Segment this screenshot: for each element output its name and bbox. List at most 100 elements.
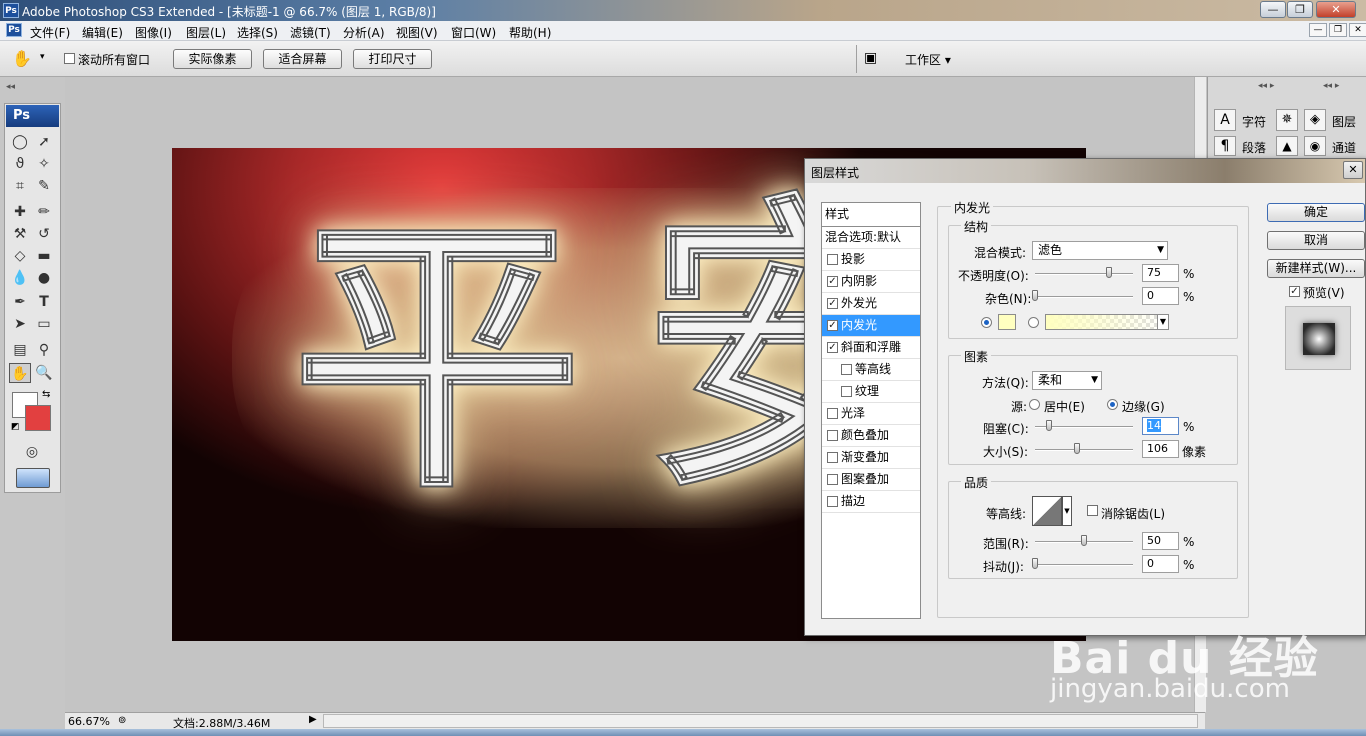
lasso-tool-icon[interactable]: ϑ	[9, 154, 31, 174]
style-item-inner-shadow[interactable]: ✓ 内阴影	[822, 271, 920, 293]
preview-checkbox[interactable]: ✓	[1289, 286, 1300, 297]
method-select[interactable]: 柔和 ▼	[1032, 371, 1102, 390]
history-brush-icon[interactable]: ↺	[33, 224, 55, 244]
antialias-checkbox[interactable]	[1087, 505, 1098, 516]
blur-tool-icon[interactable]: 💧	[9, 268, 31, 288]
doc-restore-button[interactable]: ❐	[1329, 23, 1347, 37]
minimize-button[interactable]: —	[1260, 1, 1286, 18]
background-color-swatch[interactable]	[25, 405, 51, 431]
jitter-input[interactable]: 0	[1142, 555, 1179, 573]
style-item-satin[interactable]: 光泽	[822, 403, 920, 425]
scroll-all-checkbox[interactable]	[64, 53, 75, 64]
close-button[interactable]: ✕	[1316, 1, 1356, 18]
noise-slider-thumb[interactable]	[1032, 290, 1038, 301]
status-menu-icon[interactable]: ⊚	[118, 715, 126, 726]
choke-slider-thumb[interactable]	[1045, 420, 1052, 431]
dodge-tool-icon[interactable]: ●	[33, 268, 55, 288]
source-center-label[interactable]: 居中(E)	[1044, 398, 1085, 415]
menu-image[interactable]: 图像(I)	[135, 24, 172, 41]
magic-wand-icon[interactable]: ✧	[33, 154, 55, 174]
contour-preview[interactable]	[1032, 496, 1062, 526]
menu-window[interactable]: 窗口(W)	[451, 24, 496, 41]
workspace-menu[interactable]: 工作区 ▾	[905, 51, 951, 68]
menu-file[interactable]: 文件(F)	[30, 24, 70, 41]
doc-close-button[interactable]: ✕	[1349, 23, 1366, 37]
actual-pixels-button[interactable]: 实际像素	[173, 49, 252, 69]
paragraph-panel-label[interactable]: 段落	[1242, 139, 1266, 156]
blend-options-item[interactable]: 混合选项:默认	[822, 227, 920, 249]
notes-tool-icon[interactable]: ▤	[9, 340, 31, 360]
default-colors-icon[interactable]: ◩	[11, 422, 20, 432]
layers-panel-label[interactable]: 图层	[1332, 113, 1356, 130]
style-checkbox[interactable]: ✓	[827, 320, 838, 331]
channels-panel-label[interactable]: 通道	[1332, 139, 1356, 156]
doc-minimize-button[interactable]: —	[1309, 23, 1327, 37]
paragraph-panel-icon[interactable]: ¶	[1214, 136, 1236, 156]
dialog-close-icon[interactable]: ✕	[1343, 161, 1363, 179]
type-tool-icon[interactable]: T	[33, 292, 55, 312]
navigator-panel-icon[interactable]: ✵	[1276, 109, 1298, 131]
character-panel-label[interactable]: 字符	[1242, 113, 1266, 130]
brush-tool-icon[interactable]: ✏	[33, 202, 55, 222]
styles-header[interactable]: 样式	[822, 203, 920, 227]
opacity-slider[interactable]	[1035, 273, 1133, 275]
histogram-panel-icon[interactable]: ▲	[1276, 136, 1298, 156]
clone-stamp-icon[interactable]: ⚒	[9, 224, 31, 244]
document-icon[interactable]: Ps	[6, 23, 22, 37]
style-item-texture[interactable]: 纹理	[822, 381, 920, 403]
style-checkbox[interactable]	[827, 452, 838, 463]
menu-help[interactable]: 帮助(H)	[509, 24, 551, 41]
character-panel-icon[interactable]: A	[1214, 109, 1236, 131]
style-item-color-overlay[interactable]: 颜色叠加	[822, 425, 920, 447]
menu-select[interactable]: 选择(S)	[237, 24, 278, 41]
style-item-pattern-overlay[interactable]: 图案叠加	[822, 469, 920, 491]
fit-screen-button[interactable]: 适合屏幕	[263, 49, 342, 69]
noise-slider[interactable]	[1035, 296, 1133, 298]
glow-color-swatch[interactable]	[998, 314, 1016, 330]
horizontal-scrollbar[interactable]	[323, 714, 1198, 728]
quick-mask-icon[interactable]: ◎	[21, 442, 43, 462]
style-item-drop-shadow[interactable]: 投影	[822, 249, 920, 271]
screen-mode-icon[interactable]	[16, 468, 50, 488]
path-selection-icon[interactable]: ➤	[9, 314, 31, 334]
layers-panel-icon[interactable]: ◈	[1304, 109, 1326, 131]
chevron-down-icon[interactable]: ▼	[1062, 496, 1072, 526]
style-checkbox[interactable]	[827, 496, 838, 507]
bridge-icon[interactable]: ▣	[864, 50, 877, 66]
ok-button[interactable]: 确定	[1267, 203, 1365, 222]
menu-layer[interactable]: 图层(L)	[186, 24, 226, 41]
new-style-button[interactable]: 新建样式(W)...	[1267, 259, 1365, 278]
move-tool-icon[interactable]: ➚	[33, 132, 55, 152]
eyedropper-tool-icon[interactable]: ⚲	[33, 340, 55, 360]
preview-label[interactable]: 预览(V)	[1303, 284, 1345, 301]
size-slider-thumb[interactable]	[1073, 443, 1080, 454]
menu-filter[interactable]: 滤镜(T)	[290, 24, 331, 41]
status-arrow-icon[interactable]: ▶	[309, 714, 317, 725]
noise-input[interactable]: 0	[1142, 287, 1179, 305]
cancel-button[interactable]: 取消	[1267, 231, 1365, 250]
eraser-tool-icon[interactable]: ◇	[9, 246, 31, 266]
style-item-contour[interactable]: 等高线	[822, 359, 920, 381]
jitter-slider[interactable]	[1035, 564, 1133, 566]
style-checkbox[interactable]: ✓	[827, 276, 838, 287]
choke-input[interactable]: 14	[1142, 417, 1179, 435]
menu-analysis[interactable]: 分析(A)	[343, 24, 385, 41]
collapse-arrows-icon[interactable]: ◂◂	[6, 82, 15, 92]
blend-mode-select[interactable]: 滤色 ▼	[1032, 241, 1168, 260]
gradient-tool-icon[interactable]: ▬	[33, 246, 55, 266]
jitter-slider-thumb[interactable]	[1032, 558, 1038, 569]
shape-tool-icon[interactable]: ▭	[33, 314, 55, 334]
style-item-inner-glow[interactable]: ✓ 内发光	[822, 315, 920, 337]
collapse-arrows-icon[interactable]: ◂◂ ▸	[1258, 81, 1274, 91]
opacity-input[interactable]: 75	[1142, 264, 1179, 282]
hand-tool-icon[interactable]: ✋	[12, 49, 32, 68]
source-center-radio[interactable]	[1029, 399, 1040, 410]
style-checkbox[interactable]: ✓	[827, 342, 838, 353]
style-item-gradient-overlay[interactable]: 渐变叠加	[822, 447, 920, 469]
pen-tool-icon[interactable]: ✒	[9, 292, 31, 312]
source-edge-radio[interactable]	[1107, 399, 1118, 410]
style-checkbox[interactable]: ✓	[827, 298, 838, 309]
zoom-level[interactable]: 66.67%	[68, 715, 110, 728]
gradient-picker[interactable]	[1045, 314, 1169, 330]
size-input[interactable]: 106	[1142, 440, 1179, 458]
